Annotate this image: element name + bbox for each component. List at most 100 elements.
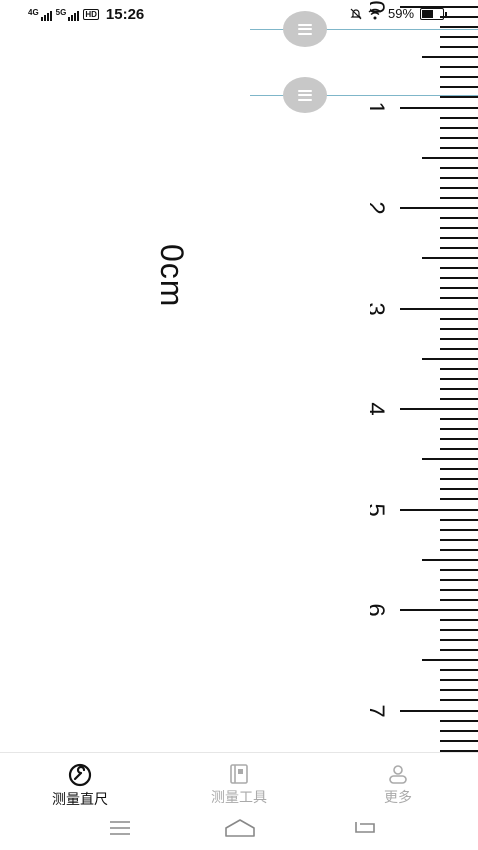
- ruler-major-tick: [400, 609, 478, 611]
- drag-handle-icon: [298, 23, 312, 35]
- nav-tab-tools[interactable]: 测量工具: [179, 763, 299, 807]
- nav-label: 更多: [384, 789, 412, 805]
- ruler-minor-tick: [440, 478, 478, 481]
- ruler-label: 6: [370, 595, 389, 625]
- ruler-minor-tick: [440, 277, 478, 280]
- ruler-minor-tick: [440, 438, 478, 441]
- ruler-minor-tick: [440, 669, 478, 672]
- nav-tab-more[interactable]: 更多: [338, 763, 458, 807]
- ruler-minor-tick: [440, 337, 478, 340]
- signal-tag: 5G: [55, 7, 67, 17]
- ruler-minor-tick: [440, 367, 478, 370]
- drag-handle-icon: [298, 89, 312, 101]
- ruler-minor-tick: [440, 287, 478, 290]
- ruler-minor-tick: [440, 377, 478, 380]
- ruler-minor-tick: [440, 428, 478, 431]
- ruler-minor-tick: [440, 327, 478, 330]
- ruler-label: 4: [370, 394, 389, 424]
- ruler-minor-tick: [440, 247, 478, 250]
- ruler-minor-tick: [440, 619, 478, 622]
- ruler-minor-tick: [440, 26, 478, 29]
- ruler-half-tick: [422, 257, 478, 260]
- ruler-minor-tick: [440, 186, 478, 189]
- ruler-major-tick: [400, 207, 478, 209]
- ruler-minor-tick: [440, 116, 478, 119]
- clock: 15:26: [105, 6, 145, 23]
- ruler-minor-tick: [440, 46, 478, 49]
- ruler-minor-tick: [440, 719, 478, 722]
- ruler-minor-tick: [440, 548, 478, 551]
- ruler-minor-tick: [440, 36, 478, 39]
- ruler-minor-tick: [440, 347, 478, 350]
- ruler-minor-tick: [440, 498, 478, 501]
- ruler-half-tick: [422, 357, 478, 360]
- ruler-minor-tick: [440, 418, 478, 421]
- ruler-major-tick: [400, 408, 478, 410]
- ruler-minor-tick: [440, 16, 478, 19]
- ruler-minor-tick: [440, 588, 478, 591]
- nav-label: 测量工具: [211, 789, 267, 805]
- status-left: 4G 5G HD 15:26: [28, 6, 144, 23]
- nav-tab-ruler[interactable]: 测量直尺: [20, 763, 140, 809]
- hd-badge: HD: [83, 9, 99, 20]
- back-icon[interactable]: [352, 818, 378, 838]
- ruler-minor-tick: [440, 679, 478, 682]
- drag-handle-top[interactable]: [283, 11, 327, 47]
- ruler-label: 5: [370, 495, 389, 525]
- nav-label: 测量直尺: [52, 791, 108, 807]
- ruler-minor-tick: [440, 96, 478, 99]
- ruler-minor-tick: [440, 729, 478, 732]
- ruler-minor-tick: [440, 86, 478, 89]
- ruler-minor-tick: [440, 538, 478, 541]
- ruler-minor-tick: [440, 227, 478, 230]
- cell-signal-icon: 5G: [55, 7, 80, 21]
- ruler-minor-tick: [440, 196, 478, 199]
- ruler-minor-tick: [440, 639, 478, 642]
- system-nav-bar: [0, 810, 478, 850]
- ruler-minor-tick: [440, 649, 478, 652]
- ruler-minor-tick: [440, 568, 478, 571]
- ruler-minor-tick: [440, 76, 478, 79]
- ruler[interactable]: 0 1 2 3 4 5 6 7: [370, 0, 478, 752]
- ruler-minor-tick: [440, 488, 478, 491]
- ruler-minor-tick: [440, 397, 478, 400]
- ruler-major-tick: [400, 709, 478, 712]
- ruler-label: 3: [370, 294, 389, 324]
- ruler-minor-tick: [440, 578, 478, 581]
- ruler-major-tick: [400, 106, 478, 109]
- ruler-major-tick: [400, 508, 478, 511]
- measurement-readout: 0cm: [154, 244, 190, 308]
- person-icon: [389, 765, 407, 784]
- ruler-half-tick: [422, 156, 478, 159]
- ruler-minor-tick: [440, 468, 478, 471]
- ruler-minor-tick: [440, 387, 478, 390]
- ruler-label: 1: [370, 93, 389, 123]
- menu-icon[interactable]: [108, 818, 132, 838]
- ruler-minor-tick: [440, 217, 478, 220]
- ruler-major-tick: [400, 6, 478, 8]
- ruler-minor-tick: [440, 518, 478, 521]
- ruler-minor-tick: [440, 689, 478, 692]
- bottom-nav: 测量直尺 测量工具 更多: [0, 752, 478, 811]
- ruler-minor-tick: [440, 267, 478, 270]
- ruler-label: 7: [370, 696, 389, 726]
- ruler-minor-tick: [440, 146, 478, 149]
- ruler-half-tick: [422, 56, 478, 59]
- ruler-minor-tick: [440, 739, 478, 742]
- ruler-half-tick: [422, 558, 478, 561]
- ruler-half-tick: [422, 458, 478, 461]
- ruler-minor-tick: [440, 66, 478, 69]
- cell-signal-icon: 4G: [28, 7, 52, 21]
- wrench-icon: [68, 763, 92, 787]
- ruler-minor-tick: [440, 136, 478, 139]
- ruler-minor-tick: [440, 598, 478, 601]
- ruler-minor-tick: [440, 317, 478, 320]
- drag-handle-bottom[interactable]: [283, 77, 327, 113]
- mute-icon: [350, 8, 362, 19]
- ruler-label: 0: [370, 0, 389, 22]
- ruler-minor-tick: [440, 448, 478, 451]
- ruler-minor-tick: [440, 528, 478, 531]
- home-icon[interactable]: [224, 818, 256, 838]
- signal-tag: 4G: [28, 7, 39, 17]
- notebook-icon: [230, 764, 248, 784]
